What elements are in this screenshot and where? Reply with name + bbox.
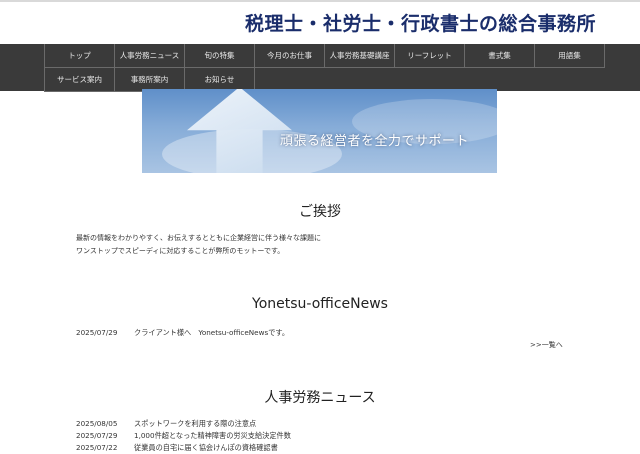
nav-item-glossary[interactable]: 用語集: [534, 44, 605, 68]
list-item: 2025/07/29 1,000件超となった精神障害の労災支給決定件数: [76, 430, 291, 442]
nav-item-top[interactable]: トップ: [44, 44, 114, 68]
nav-item-leaflet[interactable]: リーフレット: [394, 44, 464, 68]
greeting-line: ワンストップでスピーディに対応することが弊所のモットーです。: [76, 247, 285, 255]
global-nav: トップ 人事労務ニュース 旬の特集 今月のお仕事 人事労務基礎講座 リーフレット…: [0, 44, 640, 92]
nav-item-services[interactable]: サービス案内: [44, 68, 114, 92]
site-header: 税理士・社労士・行政書士の総合事務所: [0, 0, 640, 44]
hero-caption: 頑張る経営者を全力でサポート: [280, 134, 470, 149]
site-title[interactable]: 税理士・社労士・行政書士の総合事務所: [245, 9, 596, 36]
list-item: 2025/07/29 クライアント様へ Yonetsu-officeNewsです…: [76, 327, 289, 339]
labor-news-title: 人事労務ニュース: [264, 390, 376, 406]
news-link[interactable]: 1,000件超となった精神障害の労災支給決定件数: [134, 430, 291, 442]
office-news-list: 2025/07/29 クライアント様へ Yonetsu-officeNewsです…: [76, 327, 289, 339]
labor-news-list: 2025/08/05 スポットワークを利用する際の注意点 2025/07/29 …: [76, 418, 291, 454]
nav-item-feature[interactable]: 旬の特集: [184, 44, 254, 68]
news-date: 2025/07/29: [76, 328, 118, 337]
greeting-text: 最新の情報をわかりやすく、お伝えするとともに企業経営に伴う様々な課題に ワンスト…: [76, 232, 321, 258]
greeting-title: ご挨拶: [299, 204, 341, 220]
greeting-line: 最新の情報をわかりやすく、お伝えするとともに企業経営に伴う様々な課題に: [76, 234, 321, 242]
news-date: 2025/08/05: [76, 419, 118, 428]
nav-item-monthly-work[interactable]: 今月のお仕事: [254, 44, 324, 68]
nav-item-forms[interactable]: 書式集: [464, 44, 534, 68]
news-link[interactable]: クライアント様へ Yonetsu-officeNewsです。: [134, 327, 289, 339]
news-date: 2025/07/29: [76, 431, 118, 440]
news-link[interactable]: 従業員の自宅に届く協会けんぽの資格確認書: [134, 442, 278, 454]
news-link[interactable]: スポットワークを利用する際の注意点: [134, 418, 256, 430]
list-item: 2025/07/22 従業員の自宅に届く協会けんぽの資格確認書: [76, 442, 291, 454]
news-date: 2025/07/22: [76, 443, 118, 452]
nav-item-labor-news[interactable]: 人事労務ニュース: [114, 44, 184, 68]
nav-item-basic-course[interactable]: 人事労務基礎講座: [324, 44, 394, 68]
hero-banner: 頑張る経営者を全力でサポート: [142, 89, 497, 173]
nav-row-1: トップ 人事労務ニュース 旬の特集 今月のお仕事 人事労務基礎講座 リーフレット…: [44, 44, 605, 68]
more-news-link[interactable]: >>一覧へ: [530, 340, 563, 350]
office-news-title: Yonetsu-officeNews: [252, 296, 388, 312]
list-item: 2025/08/05 スポットワークを利用する際の注意点: [76, 418, 291, 430]
